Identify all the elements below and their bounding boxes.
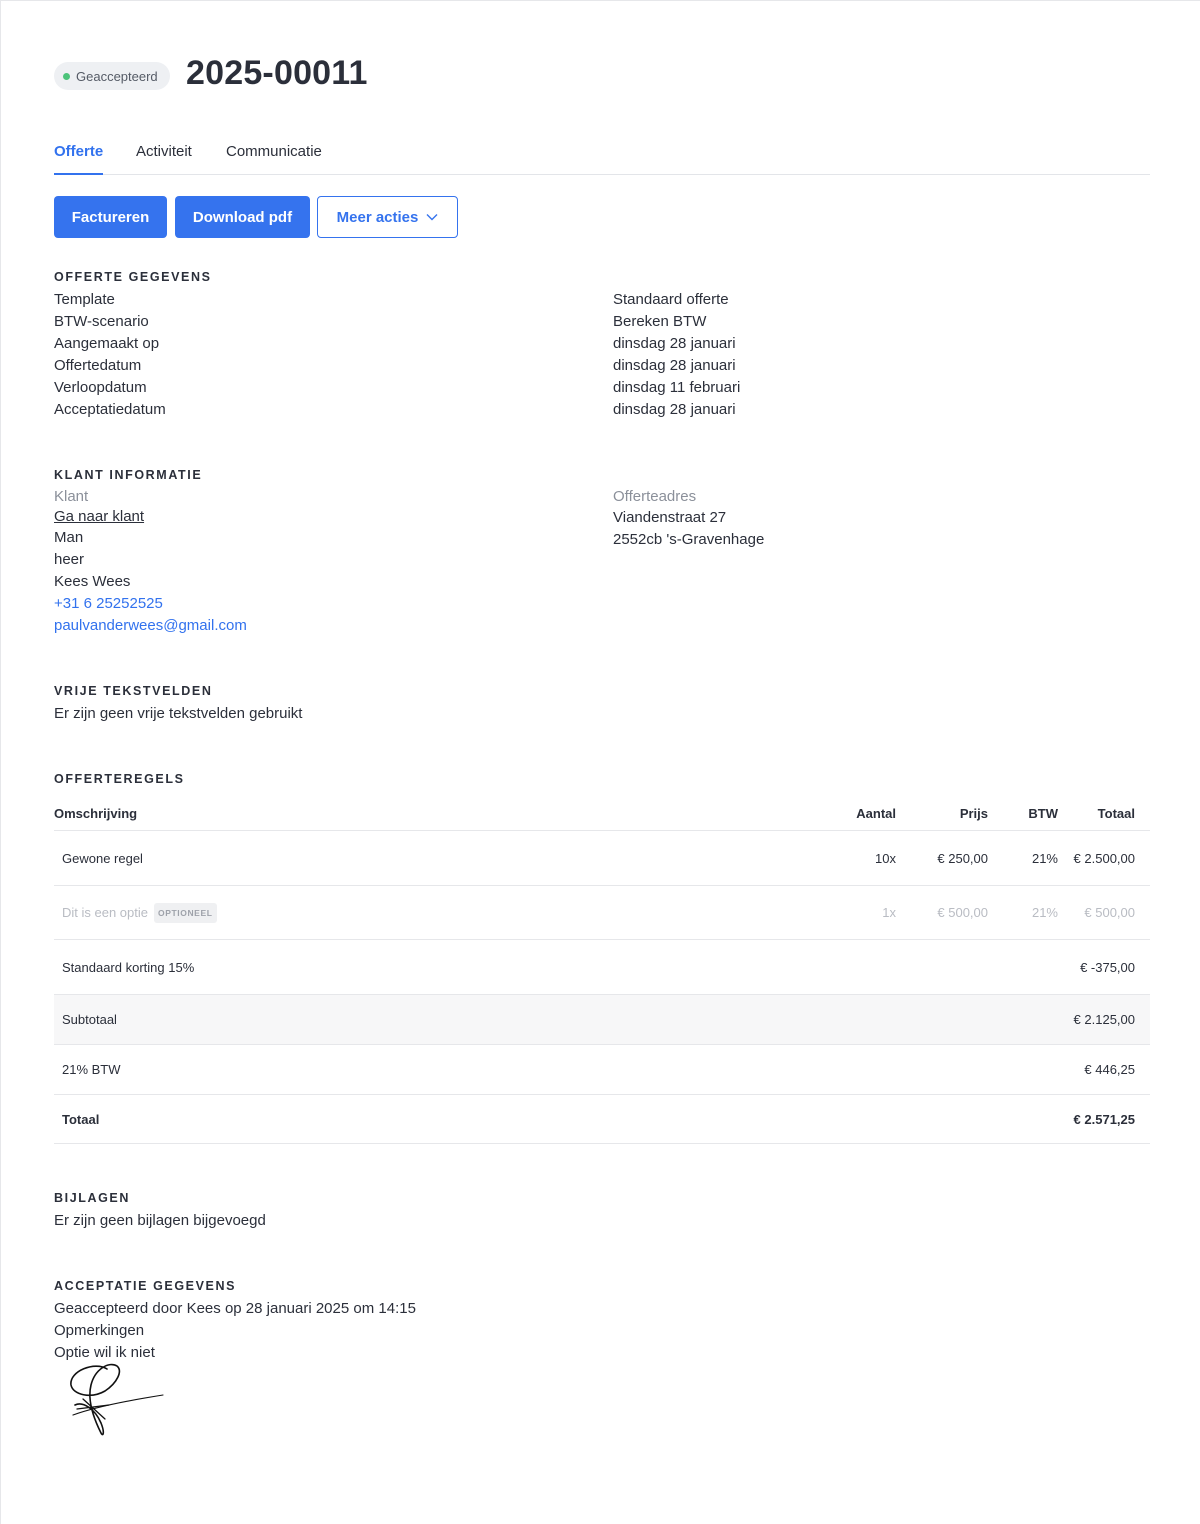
line-description: Gewone regel	[62, 850, 143, 866]
detail-value-created: dinsdag 28 januari	[613, 335, 736, 352]
invoice-button-label: Factureren	[71, 208, 150, 226]
detail-value-template: Standaard offerte	[613, 291, 729, 308]
total-value: € 2.571,25	[1073, 1111, 1135, 1127]
address-city: 2552cb 's-Gravenhage	[613, 531, 765, 548]
download-pdf-button[interactable]: Download pdf	[175, 196, 310, 238]
vat-row: 21% BTW € 446,25	[54, 1045, 1150, 1095]
invoice-button[interactable]: Factureren	[54, 196, 167, 238]
line-vat: 21%	[1031, 905, 1058, 920]
detail-label-offer-date: Offertedatum	[54, 357, 142, 374]
total-label: Totaal	[62, 1111, 100, 1127]
more-actions-button[interactable]: Meer acties	[317, 196, 458, 238]
col-total: Totaal	[1097, 805, 1135, 821]
table-row: Gewone regel 10x € 250,00 21% € 2.500,00	[54, 831, 1150, 886]
quote-lines-header: Omschrijving Aantal Prijs BTW Totaal	[54, 803, 1150, 831]
line-description: Dit is een optie	[62, 905, 148, 920]
acceptance-info: Geaccepteerd door Kees op 28 januari 202…	[54, 1298, 416, 1364]
subtotal-value: € 2.125,00	[1073, 1012, 1135, 1027]
optional-badge: OPTIONEEL	[154, 902, 217, 923]
customer-name: Kees Wees	[54, 573, 131, 590]
quote-lines-title: OFFERTEREGELS	[54, 772, 185, 786]
line-price: € 250,00	[937, 850, 988, 866]
address-street: Viandenstraat 27	[613, 509, 727, 526]
col-qty: Aantal	[856, 805, 896, 821]
status-badge: Geaccepteerd	[54, 62, 170, 90]
signature-image	[70, 1363, 164, 1436]
attachments-empty: Er zijn geen bijlagen bijgevoegd	[54, 1212, 266, 1229]
line-price: € 500,00	[937, 905, 988, 920]
line-description-cell: Dit is een optie OPTIONEEL	[62, 886, 217, 939]
detail-value-vat-scenario: Bereken BTW	[613, 313, 707, 330]
subtotal-row: Subtotaal € 2.125,00	[54, 995, 1150, 1045]
col-description: Omschrijving	[54, 805, 138, 821]
address-label: Offerteadres	[613, 488, 697, 505]
table-row-optional: Dit is een optie OPTIONEEL 1x € 500,00 2…	[54, 886, 1150, 940]
line-qty: 1x	[882, 905, 896, 920]
status-label: Geaccepteerd	[76, 68, 158, 84]
detail-value-acceptance: dinsdag 28 januari	[613, 401, 736, 418]
detail-value-offer-date: dinsdag 28 januari	[613, 357, 736, 374]
detail-label-created: Aangemaakt op	[54, 335, 160, 352]
line-vat: 21%	[1031, 850, 1058, 866]
customer-label: Klant	[54, 488, 89, 505]
free-text-empty: Er zijn geen vrije tekstvelden gebruikt	[54, 705, 303, 722]
vat-label: 21% BTW	[62, 1062, 121, 1077]
line-total: € 500,00	[1084, 905, 1135, 920]
line-qty: 10x	[875, 850, 896, 866]
discount-value: € -375,00	[1080, 959, 1135, 975]
detail-label-acceptance: Acceptatiedatum	[54, 401, 166, 418]
offer-details-labels: Template BTW-scenario Aangemaakt op Offe…	[54, 289, 166, 421]
customer-phone-link[interactable]: +31 6 25252525	[54, 593, 247, 615]
total-row: Totaal € 2.571,25	[54, 1095, 1150, 1144]
accepted-by: Geaccepteerd door Kees op 28 januari 202…	[54, 1300, 416, 1317]
tab-bar: Offerte Activiteit Communicatie	[54, 143, 1150, 175]
customer-salutation: heer	[54, 551, 85, 568]
offer-details-values: Standaard offerte Bereken BTW dinsdag 28…	[613, 289, 740, 421]
discount-row: Standaard korting 15% € -375,00	[54, 940, 1150, 995]
vat-value: € 446,25	[1084, 1062, 1135, 1077]
detail-label-template: Template	[54, 291, 115, 308]
remarks-label: Opmerkingen	[54, 1322, 145, 1339]
customer-gender: Man	[54, 529, 84, 546]
download-pdf-button-label: Download pdf	[192, 208, 293, 226]
quote-page: Geaccepteerd 2025-00011 Offerte Activite…	[0, 0, 1200, 1524]
status-dot-icon	[63, 72, 70, 80]
more-actions-button-label: Meer acties	[336, 208, 419, 226]
goto-customer-link[interactable]: Ga naar klant	[54, 507, 247, 527]
acceptance-title: ACCEPTATIE GEGEVENS	[54, 1279, 237, 1293]
customer-info-title: KLANT INFORMATIE	[54, 468, 203, 482]
tab-activiteit[interactable]: Activiteit	[136, 143, 192, 174]
customer-address: Offerteadres Viandenstraat 27 2552cb 's-…	[613, 486, 764, 551]
col-price: Prijs	[959, 805, 988, 821]
offer-details-title: OFFERTE GEGEVENS	[54, 270, 212, 284]
detail-label-vat-scenario: BTW-scenario	[54, 313, 149, 330]
col-vat: BTW	[1028, 805, 1058, 821]
page-title: 2025-00011	[186, 54, 368, 92]
tab-communicatie[interactable]: Communicatie	[226, 143, 322, 174]
free-text-title: VRIJE TEKSTVELDEN	[54, 684, 213, 698]
tab-offerte[interactable]: Offerte	[54, 143, 104, 175]
subtotal-label: Subtotaal	[62, 1012, 117, 1027]
customer-info: Klant Ga naar klant Man heer Kees Wees +…	[54, 486, 247, 637]
line-total: € 2.500,00	[1073, 850, 1135, 866]
discount-label: Standaard korting 15%	[62, 959, 195, 975]
customer-email-link[interactable]: paulvanderwees@gmail.com	[54, 615, 247, 637]
attachments-title: BIJLAGEN	[54, 1191, 131, 1205]
chevron-down-icon	[426, 214, 438, 221]
detail-label-expiry: Verloopdatum	[54, 379, 147, 396]
detail-value-expiry: dinsdag 11 februari	[613, 379, 741, 396]
